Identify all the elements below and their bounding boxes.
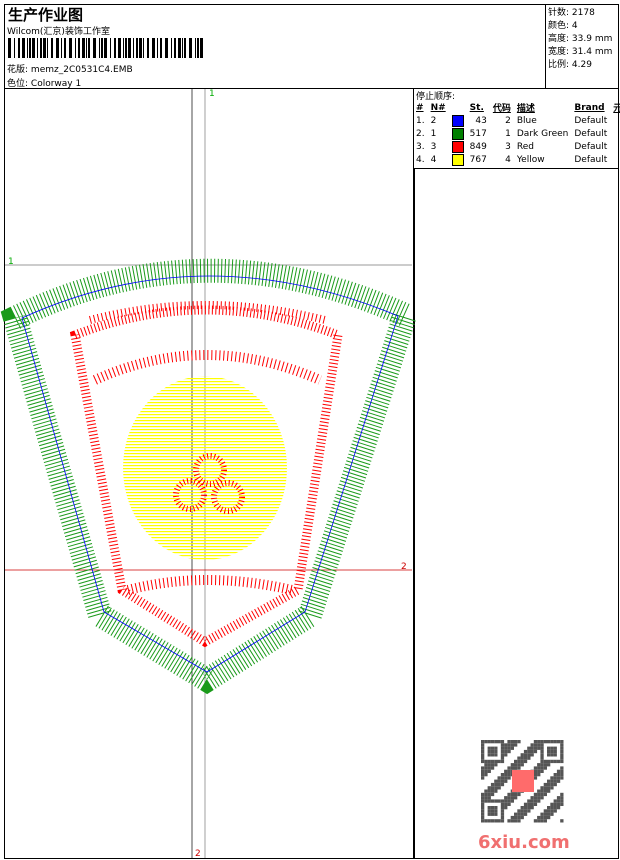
guide-label-bottom: 2 (195, 849, 201, 859)
embroidery-design (0, 258, 420, 695)
production-worksheet: 生产作业图 Wilcom(汇京)装饰工作室 花版: memz_2C0531C4.… (0, 0, 620, 860)
watermark-text: 6xiu.com (478, 832, 570, 853)
red-bottom-arc (126, 575, 294, 595)
design-canvas: 1 1 2 2 6xiu.com (0, 89, 570, 859)
yellow-fill-stitches (123, 376, 287, 560)
guide-label-top: 1 (209, 89, 215, 99)
guide-label-left: 1 (8, 257, 14, 267)
stamp-icon (512, 770, 534, 792)
guide-label-right: 2 (401, 562, 407, 572)
